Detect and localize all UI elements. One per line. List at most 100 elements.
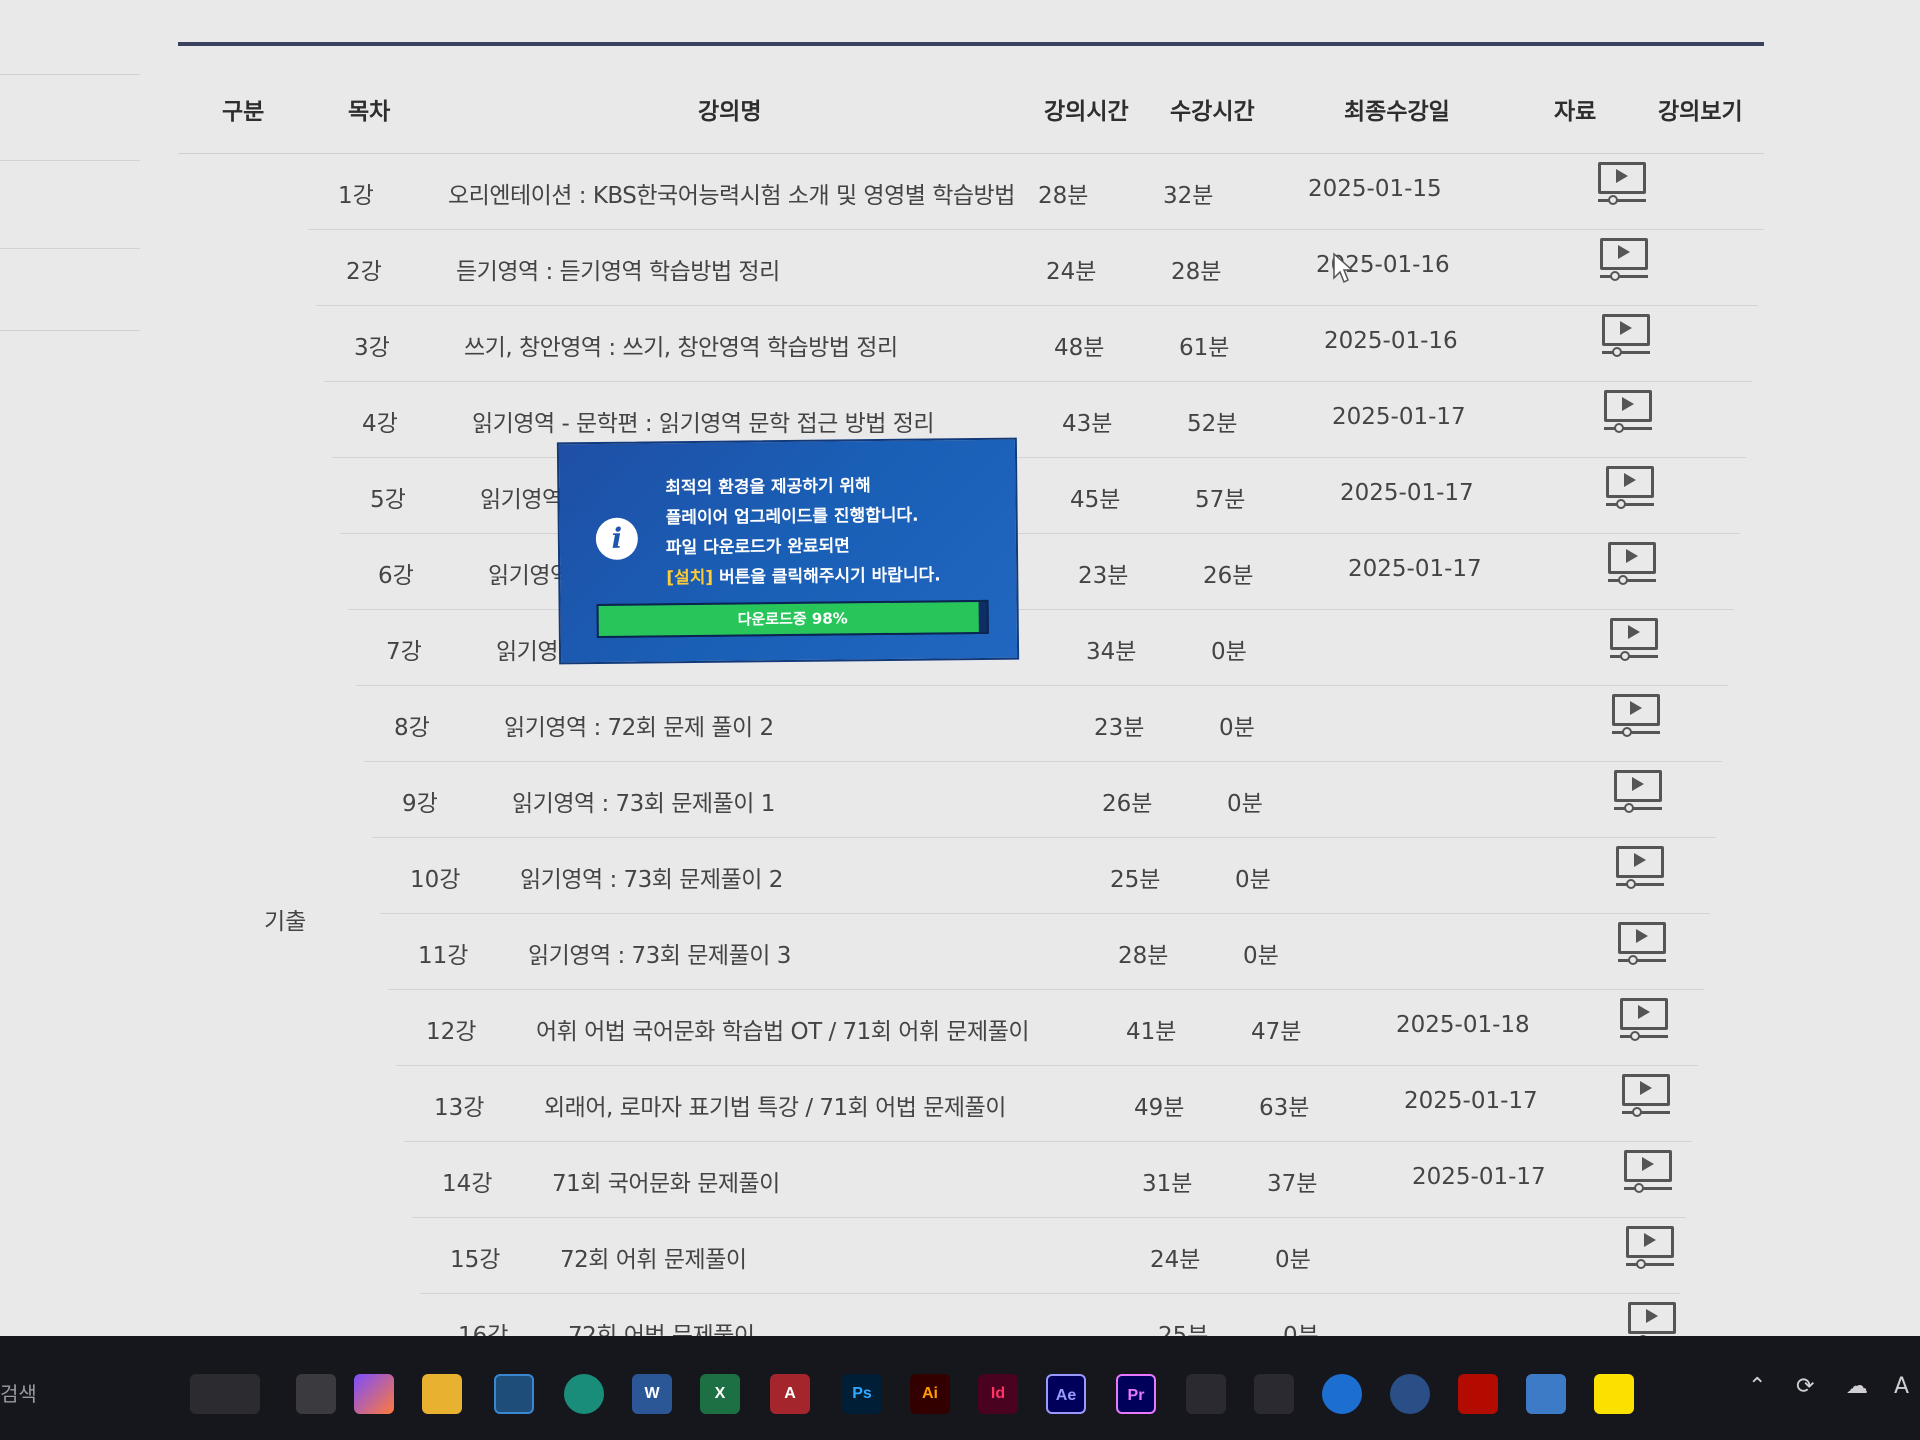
lecture-title[interactable]: 읽기영역 : 73회 문제풀이 2 [520,860,783,894]
watched-time: 0분 [1275,1247,1311,1273]
play-bar [1602,351,1650,354]
play-lecture-icon[interactable] [1602,314,1650,358]
play-lecture-icon[interactable] [1620,998,1668,1042]
access-icon[interactable]: A [770,1374,810,1414]
lecture-title[interactable]: 어휘 어법 국어문화 학습법 OT / 71회 어휘 문제풀이 [536,1012,1030,1046]
play-knob [1628,955,1638,965]
cloud-icon[interactable]: ☁ [1846,1374,1868,1399]
kakaotalk-icon[interactable] [1594,1374,1634,1414]
table-top-rule [178,42,1764,46]
table-row: 3강 쓰기, 창안영역 : 쓰기, 창안영역 학습방법 정리 48분 61분 2025-… [324,306,1752,382]
table-row: 14강 71회 국어문화 문제풀이 31분 37분 2025-01-17 [412,1142,1686,1218]
play-knob [1634,1183,1644,1193]
table-row: 13강 외래어, 로마자 표기법 특강 / 71회 어법 문제풀이 49분 63분 20… [404,1066,1692,1142]
lecture-title[interactable]: 오리엔테이션 : KBS한국어능력시험 소개 및 영영별 학습방법 [448,176,1015,210]
lecture-title[interactable]: 읽기영역 : 73회 문제풀이 3 [528,936,791,970]
app-icon[interactable] [1254,1374,1294,1414]
lecture-title[interactable]: 72회 어휘 문제풀이 [560,1240,747,1274]
play-knob [1630,1031,1640,1041]
taskbar-search[interactable]: 검색 [0,1378,37,1407]
premiere-icon[interactable]: Pr [1116,1374,1156,1414]
table-row: 8강 읽기영역 : 72회 문제 풀이 2 23분 0분 [364,686,1722,762]
watched-time: 0분 [1243,943,1279,969]
lecture-title[interactable]: 읽기영역 : 72회 문제 풀이 2 [504,708,774,742]
task-view-icon[interactable] [296,1374,336,1414]
play-lecture-icon[interactable] [1616,846,1664,890]
table-row: 15강 72회 어휘 문제풀이 24분 0분 [420,1218,1680,1294]
lecture-title[interactable]: 외래어, 로마자 표기법 특강 / 71회 어법 문제풀이 [544,1088,1006,1122]
header-last-date: 최종수강일 [1344,99,1450,125]
play-lecture-icon[interactable] [1624,1150,1672,1194]
table-row: 6강 읽기영역 23분 26분 2025-01-17 [348,534,1734,610]
header-title: 강의명 [698,99,762,125]
lecture-title[interactable]: 71회 국어문화 문제풀이 [552,1164,780,1198]
app-icon[interactable] [1526,1374,1566,1414]
app-icon[interactable] [1186,1374,1226,1414]
watched-time: 63분 [1259,1095,1310,1121]
lecture-duration: 48분 [1054,335,1105,361]
play-lecture-icon[interactable] [1614,770,1662,814]
play-bar [1612,731,1660,734]
player-upgrade-popup: i 최적의 환경을 제공하기 위해 플레이어 업그레이드를 진행합니다. 파일 … [556,437,1020,665]
excel-icon[interactable]: X [700,1374,740,1414]
lecture-duration: 24분 [1046,259,1097,285]
lecture-title[interactable]: 읽기영역 : 73회 문제풀이 1 [512,784,775,818]
file-explorer-icon[interactable] [422,1374,462,1414]
play-lecture-icon[interactable] [1600,238,1648,282]
header-category: 구분 [222,99,265,125]
photoshop-icon[interactable]: Ps [842,1374,882,1414]
table-row: 9강 읽기영역 : 73회 문제풀이 1 26분 0분 [372,762,1716,838]
play-triangle [1618,245,1630,259]
play-triangle [1628,625,1640,639]
app-icon[interactable] [1322,1374,1362,1414]
input-method-icon[interactable]: A [1894,1374,1909,1399]
play-knob [1632,1107,1642,1117]
acrobat-icon[interactable] [1458,1374,1498,1414]
play-lecture-icon[interactable] [1622,1074,1670,1118]
play-lecture-icon[interactable] [1606,466,1654,510]
lecture-duration: 23분 [1094,715,1145,741]
sidebar-divider [0,160,140,161]
edge-icon[interactable] [564,1374,604,1414]
last-watched-date: 2025-01-16 [1324,328,1458,354]
watched-time: 37분 [1267,1171,1318,1197]
info-icon: i [595,517,639,561]
indesign-icon[interactable]: Id [978,1374,1018,1414]
app-icon[interactable] [1390,1374,1430,1414]
play-bar [1610,655,1658,658]
copilot-icon[interactable] [354,1374,394,1414]
table-row: 11강 읽기영역 : 73회 문제풀이 3 28분 0분 [388,914,1704,990]
table-row: 12강 어휘 어법 국어문화 학습법 OT / 71회 어휘 문제풀이 41분 47분… [396,990,1698,1066]
last-watched-date: 2025-01-17 [1348,556,1482,582]
play-knob [1620,651,1630,661]
play-lecture-icon[interactable] [1612,694,1660,738]
popup-line: 최적의 환경을 제공하기 위해 [665,476,871,499]
lecture-number: 14강 [442,1171,493,1197]
lecture-duration: 34분 [1086,639,1137,665]
word-icon[interactable]: W [632,1374,672,1414]
widgets-icon[interactable] [190,1374,260,1414]
lecture-title[interactable]: 읽기영역 - 문학편 : 읽기영역 문학 접근 방법 정리 [472,404,935,438]
store-icon[interactable] [494,1374,534,1414]
lecture-title[interactable]: 듣기영역 : 듣기영역 학습방법 정리 [456,252,780,286]
lecture-title[interactable]: 쓰기, 창안영역 : 쓰기, 창안영역 학습방법 정리 [464,328,898,362]
illustrator-icon[interactable]: Ai [910,1374,950,1414]
after-effects-icon[interactable]: Ae [1046,1374,1086,1414]
play-lecture-icon[interactable] [1626,1226,1674,1270]
mouse-cursor-icon [1333,252,1354,284]
lecture-title[interactable]: 읽기영역 [480,480,563,514]
lecture-number: 1강 [338,183,374,209]
sync-icon[interactable]: ⟳ [1796,1374,1814,1399]
play-knob [1608,195,1618,205]
play-bar [1626,1263,1674,1266]
lecture-number: 13강 [434,1095,485,1121]
chevron-up-icon[interactable]: ⌃ [1748,1374,1766,1399]
play-triangle [1640,1081,1652,1095]
watched-time: 57분 [1195,487,1246,513]
play-lecture-icon[interactable] [1618,922,1666,966]
download-progress-bar: 다운로드중 98% [596,599,989,639]
play-lecture-icon[interactable] [1604,390,1652,434]
play-lecture-icon[interactable] [1598,162,1646,206]
play-lecture-icon[interactable] [1608,542,1656,586]
play-lecture-icon[interactable] [1610,618,1658,662]
